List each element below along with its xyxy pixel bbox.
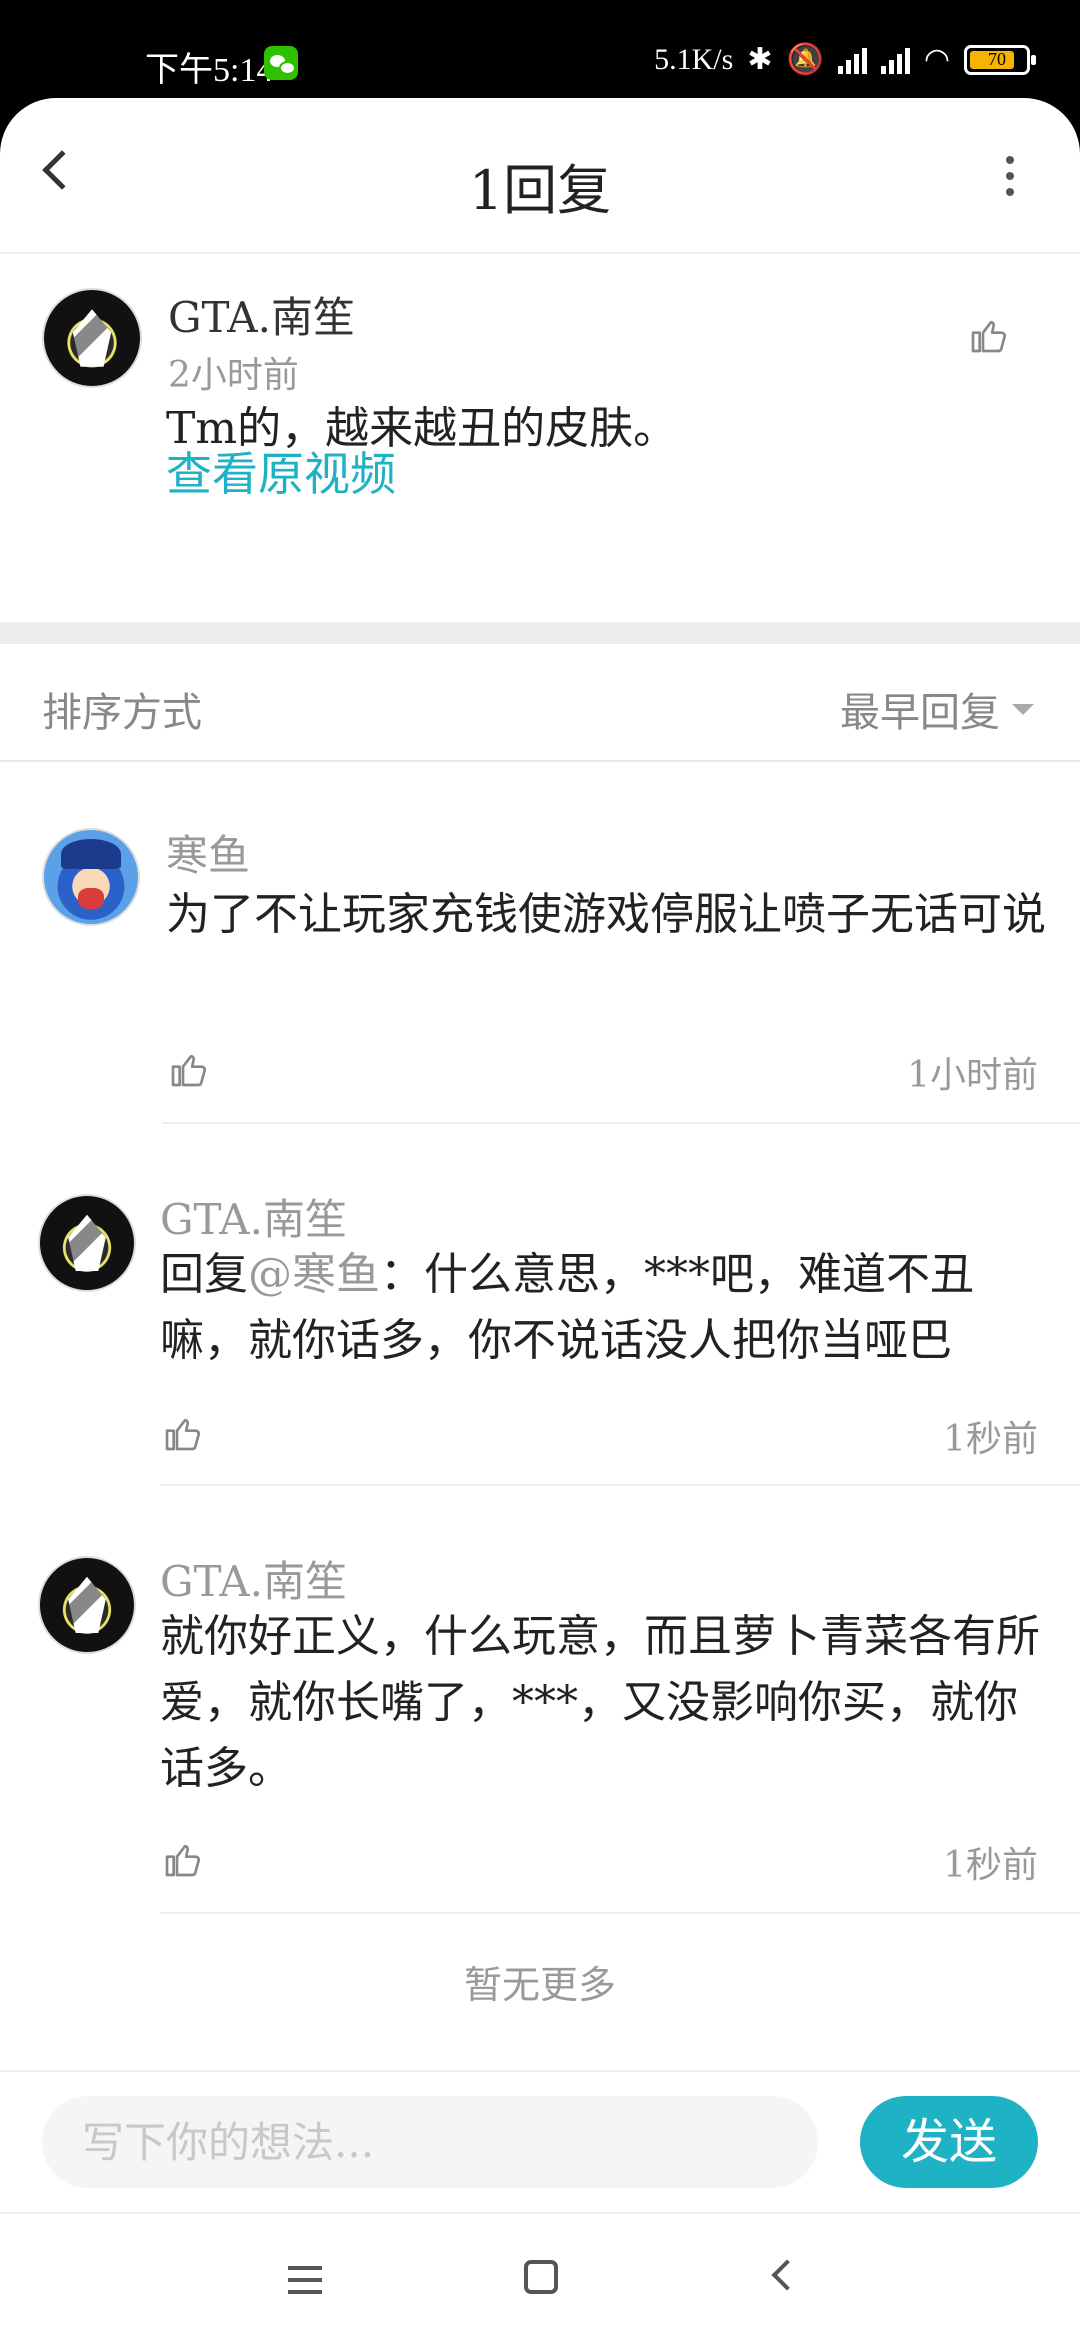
like-icon[interactable] <box>162 1840 202 1880</box>
avatar[interactable] <box>38 1194 136 1292</box>
reply-item: GTA.南笙 就你好正义，什么玩意，而且萝卜青菜各有所爱，就你长嘴了，***，又… <box>0 1486 1080 1914</box>
status-icons: 5.1K/s ✱ 🔕 ◠ 70 <box>654 42 1036 77</box>
like-icon[interactable] <box>162 1414 202 1454</box>
network-speed: 5.1K/s <box>654 42 734 76</box>
reply-time: 1秒前 <box>943 1845 1038 1886</box>
comment-time: 2小时前 <box>168 355 299 396</box>
comment-username[interactable]: GTA.南笙 <box>168 284 355 345</box>
no-more-label: 暂无更多 <box>463 1963 616 2007</box>
home-icon[interactable] <box>524 2260 558 2294</box>
chevron-down-icon[interactable] <box>1012 704 1034 715</box>
reply-prefix: 回复 <box>160 1249 248 1300</box>
sort-label: 排序方式 <box>42 690 202 736</box>
page-title: 1回复 <box>468 159 612 222</box>
reply-username[interactable]: GTA.南笙 <box>160 1186 347 1247</box>
signal-icon-2 <box>880 46 910 74</box>
wifi-icon: ◠ <box>923 43 950 76</box>
comment-input[interactable] <box>42 2096 818 2188</box>
reply-username[interactable]: GTA.南笙 <box>160 1548 347 1609</box>
status-time: 下午5:14 <box>145 52 274 89</box>
sort-row: 排序方式 最早回复 <box>0 644 1080 762</box>
wechat-notification-icon <box>264 46 298 80</box>
main-comment: GTA.南笙 2小时前 Tm的，越来越丑的皮肤。 <box>0 254 1080 500</box>
reply-text: 为了不让玩家充钱使游戏停服让喷子无话可说 <box>166 889 1046 940</box>
reply-item: 寒鱼 为了不让玩家充钱使游戏停服让喷子无话可说 1小时前 <box>0 762 1080 1124</box>
comment-composer: 发送 <box>0 2070 1080 2228</box>
recent-apps-icon[interactable] <box>288 2266 322 2294</box>
reply-text: 就你好正义，什么玩意，而且萝卜青菜各有所爱，就你长嘴了，***，又没影响你买，就… <box>160 1611 1040 1794</box>
reply-text: 回复@寒鱼：什么意思，***吧，难道不丑嘛，就你话多，你不说话没人把你当哑巴 <box>160 1242 1040 1374</box>
avatar[interactable] <box>38 1556 136 1654</box>
like-icon[interactable] <box>968 316 1008 356</box>
more-options-icon[interactable] <box>1006 156 1014 196</box>
avatar[interactable] <box>42 288 142 388</box>
sort-dropdown[interactable]: 最早回复 <box>840 680 1000 738</box>
divider <box>160 1912 1080 1914</box>
battery-level: 70 <box>988 48 1006 69</box>
header: 1回复 <box>0 98 1080 254</box>
avatar[interactable] <box>42 828 140 926</box>
reply-username[interactable]: 寒鱼 <box>166 822 250 883</box>
reply-time: 1小时前 <box>907 1055 1038 1096</box>
send-button[interactable]: 发送 <box>860 2096 1038 2188</box>
mention-link[interactable]: @寒鱼 <box>248 1249 380 1300</box>
section-divider <box>0 622 1080 644</box>
view-original-video-link[interactable]: 查看原视频 <box>166 438 396 504</box>
reply-time: 1秒前 <box>943 1419 1038 1460</box>
nav-back-icon[interactable] <box>771 2259 803 2291</box>
status-bar: 下午5:14 5.1K/s ✱ 🔕 ◠ 70 <box>0 0 1080 100</box>
bluetooth-icon: ✱ <box>747 43 773 76</box>
system-nav-bar <box>0 2212 1080 2340</box>
signal-icon <box>837 46 867 74</box>
battery-icon: 70 <box>964 44 1036 75</box>
like-icon[interactable] <box>168 1050 208 1090</box>
reply-item: GTA.南笙 回复@寒鱼：什么意思，***吧，难道不丑嘛，就你话多，你不说话没人… <box>0 1124 1080 1486</box>
app-container: 1回复 GTA.南笙 2小时前 Tm的，越来越丑的皮肤。 查看原视频 排序方式 … <box>0 98 1080 2340</box>
mute-icon: 🔕 <box>786 43 824 76</box>
